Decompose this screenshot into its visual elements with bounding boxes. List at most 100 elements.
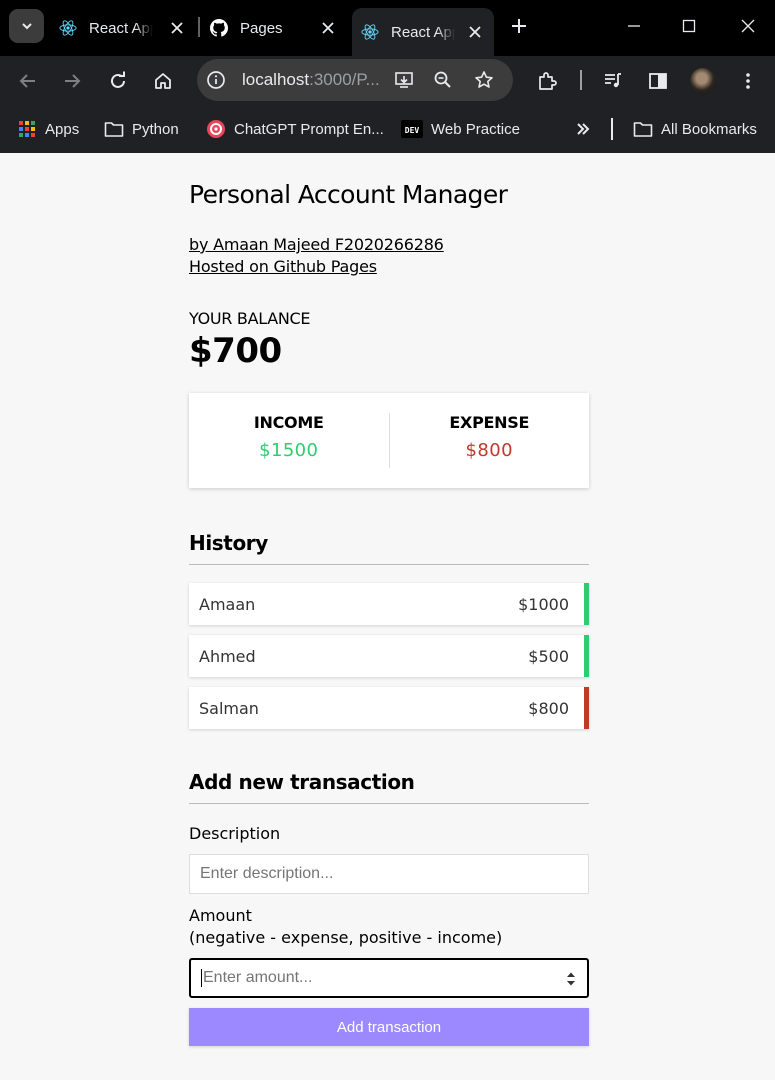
add-transaction-form: Description Enter description... Amount … xyxy=(189,823,589,1046)
page-title: Personal Account Manager xyxy=(189,180,508,209)
new-tab-button[interactable] xyxy=(506,13,532,39)
minimize-button[interactable] xyxy=(622,14,646,38)
github-icon xyxy=(210,19,228,37)
bookmark-all-bookmarks[interactable]: All Bookmarks xyxy=(633,115,757,143)
history-item-name: Salman xyxy=(199,698,259,718)
forward-button[interactable] xyxy=(57,66,87,96)
install-app-icon[interactable] xyxy=(393,69,415,91)
amount-input[interactable]: Enter amount... xyxy=(189,958,589,998)
media-controls-button[interactable] xyxy=(598,66,628,96)
extensions-button[interactable] xyxy=(532,66,562,96)
dev-icon: DEV xyxy=(401,119,423,139)
tab-pages[interactable]: Pages xyxy=(201,8,347,48)
bookmark-web-practice[interactable]: DEV Web Practice xyxy=(401,115,520,143)
home-icon xyxy=(155,73,171,89)
history-list: Amaan $1000 Ahmed $500 Salman $800 xyxy=(189,583,589,739)
close-icon[interactable] xyxy=(319,19,337,37)
history-heading: History xyxy=(189,531,589,565)
author-link[interactable]: by Amaan Majeed F2020266286 xyxy=(189,234,444,256)
tab-separator xyxy=(198,17,200,37)
description-input[interactable]: Enter description... xyxy=(189,854,589,894)
amount-hint: (negative - expense, positive - income) xyxy=(189,928,503,947)
close-icon[interactable] xyxy=(168,19,186,37)
tab-title: React App xyxy=(89,19,153,37)
tab-react-app-1[interactable]: React App xyxy=(50,8,196,48)
apps-grid-icon xyxy=(17,119,37,139)
tab-search-button[interactable] xyxy=(9,9,44,43)
page-content: Personal Account Manager by Amaan Majeed… xyxy=(0,153,775,1080)
amount-placeholder: Enter amount... xyxy=(203,969,313,986)
bookmarks-bar: Apps Python ChatGPT Prompt En... DEV Web… xyxy=(0,106,775,153)
home-button[interactable] xyxy=(148,66,178,96)
history-item-name: Amaan xyxy=(199,594,256,614)
income-label: INCOME xyxy=(253,413,324,432)
expense-value: $800 xyxy=(465,440,513,461)
income-expense-card: INCOME $1500 EXPENSE $800 xyxy=(189,393,589,488)
side-panel-button[interactable] xyxy=(643,66,673,96)
income-column: INCOME $1500 xyxy=(189,393,389,488)
puzzle-icon xyxy=(539,72,557,90)
browser-chrome: React App Pages React App localhost:3000… xyxy=(0,0,775,153)
maximize-button[interactable] xyxy=(677,14,701,38)
bookmark-chatgpt-prompt[interactable]: ChatGPT Prompt En... xyxy=(206,115,384,143)
bookmark-label: Apps xyxy=(45,120,80,138)
toolbar-divider xyxy=(580,70,582,90)
tab-title: Pages xyxy=(240,19,283,37)
history-item-amount: $500 xyxy=(528,646,569,666)
balance-value: $700 xyxy=(189,331,282,371)
browser-toolbar: localhost:3000/P... xyxy=(0,56,775,106)
history-item[interactable]: Amaan $1000 xyxy=(189,583,589,625)
bookmark-star-icon[interactable] xyxy=(473,69,495,91)
number-stepper-icon[interactable] xyxy=(566,971,576,987)
folder-icon xyxy=(633,119,653,139)
chevron-double-right-icon xyxy=(573,119,593,139)
tab-react-app-active[interactable]: React App xyxy=(352,8,494,56)
address-bar[interactable]: localhost:3000/P... xyxy=(197,59,513,101)
chevron-down-icon xyxy=(21,23,32,30)
react-icon xyxy=(361,23,379,41)
site-info-icon[interactable] xyxy=(205,69,227,91)
text-caret xyxy=(201,969,202,987)
amount-label-group: Amount (negative - expense, positive - i… xyxy=(189,905,589,949)
description-placeholder: Enter description... xyxy=(200,865,334,882)
folder-icon xyxy=(104,119,124,139)
history-item[interactable]: Salman $800 xyxy=(189,687,589,729)
minimize-icon xyxy=(628,25,640,27)
url-text[interactable]: localhost:3000/P... xyxy=(242,70,380,90)
balance-label: YOUR BALANCE xyxy=(189,309,311,328)
reload-button[interactable] xyxy=(103,66,133,96)
dev-badge-text: DEV xyxy=(405,126,420,135)
maximize-icon xyxy=(682,19,696,33)
github-pages-link[interactable]: Hosted on Github Pages xyxy=(189,256,444,278)
byline: by Amaan Majeed F2020266286 Hosted on Gi… xyxy=(189,234,444,278)
back-button[interactable] xyxy=(13,66,43,96)
url-path: :3000/P... xyxy=(309,70,380,89)
arrow-right-icon xyxy=(65,74,81,88)
menu-button[interactable] xyxy=(733,66,763,96)
arrow-left-icon xyxy=(19,74,35,88)
bookmark-label: Python xyxy=(132,120,179,138)
chatgpt-prompt-icon xyxy=(206,119,226,139)
income-value: $1500 xyxy=(259,440,319,461)
playlist-music-icon xyxy=(605,73,621,88)
tab-strip: React App Pages React App xyxy=(0,0,775,56)
bookmark-python-folder[interactable]: Python xyxy=(104,115,179,143)
tab-title: React App xyxy=(391,23,455,41)
plus-icon xyxy=(512,19,526,33)
bookmarks-overflow-button[interactable] xyxy=(573,115,601,143)
reload-icon xyxy=(111,71,125,88)
expense-column: EXPENSE $800 xyxy=(390,393,590,488)
expense-label: EXPENSE xyxy=(449,413,530,432)
zoom-icon[interactable] xyxy=(432,69,454,91)
add-transaction-heading: Add new transaction xyxy=(189,770,589,804)
profile-avatar[interactable] xyxy=(690,68,716,94)
history-item[interactable]: Ahmed $500 xyxy=(189,635,589,677)
close-icon[interactable] xyxy=(466,23,484,41)
side-panel-icon xyxy=(649,73,667,89)
bookmark-apps[interactable]: Apps xyxy=(17,115,79,143)
add-transaction-button[interactable]: Add transaction xyxy=(189,1008,589,1046)
react-icon xyxy=(59,19,77,37)
description-label: Description xyxy=(189,824,281,843)
close-window-button[interactable] xyxy=(736,14,760,38)
history-item-amount: $1000 xyxy=(518,594,569,614)
